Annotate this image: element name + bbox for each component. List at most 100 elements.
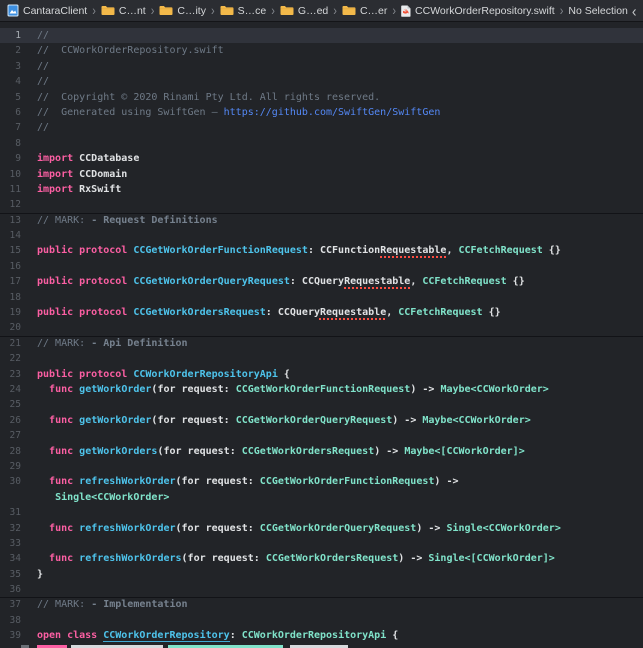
line-number[interactable]: 22 [0,351,30,366]
line-number[interactable]: 11 [0,182,30,197]
breadcrumb-item-folder[interactable]: C…ity [159,5,206,17]
line-number[interactable]: 38 [0,613,30,628]
line-number[interactable]: 19 [0,305,30,320]
code-row[interactable]: 9import CCDatabase [0,151,643,166]
line-number[interactable]: 39 [0,628,30,643]
breadcrumb-item-folder[interactable]: G…ed [280,5,328,17]
line-number[interactable]: 14 [0,228,30,243]
code-row[interactable]: 20 [0,320,643,335]
line-number[interactable] [0,490,30,505]
code-row[interactable]: 37// MARK: - Implementation [0,597,643,612]
line-number[interactable]: 33 [0,536,30,551]
code-row[interactable]: 3// [0,59,643,74]
code-row[interactable]: 27 [0,428,643,443]
code-row[interactable]: 35} [0,567,643,582]
code-row[interactable]: 7// [0,120,643,135]
code-row[interactable]: 24 func getWorkOrder(for request: CCGetW… [0,382,643,397]
line-number[interactable]: 5 [0,90,30,105]
code-editor[interactable]: 1//2// CCWorkOrderRepository.swift3//4//… [0,23,643,648]
code-row[interactable]: 8 [0,136,643,151]
breadcrumb-label: No Selection [568,5,628,17]
line-number[interactable]: 12 [0,197,30,212]
line-number[interactable]: 32 [0,521,30,536]
breadcrumb-item-folder[interactable]: C…nt [101,5,146,17]
line-number[interactable]: 15 [0,243,30,258]
code-row[interactable]: 32 func refreshWorkOrder(for request: CC… [0,521,643,536]
line-number[interactable]: 1 [0,28,30,43]
code-row[interactable]: 33 [0,536,643,551]
code-row[interactable]: 6// Generated using SwiftGen — https://g… [0,105,643,120]
breadcrumb-item-project[interactable]: CantaraClient [7,4,87,17]
line-number[interactable]: 3 [0,59,30,74]
code-row[interactable]: 19public protocol CCGetWorkOrdersRequest… [0,305,643,320]
code-row[interactable]: 25 [0,397,643,412]
line-number[interactable]: 8 [0,136,30,151]
code-row[interactable]: 29 [0,459,643,474]
line-number[interactable]: 10 [0,167,30,182]
breadcrumb-separator-icon: › [91,3,97,18]
collapse-chevron-icon[interactable]: ‹ [632,2,637,18]
code-row[interactable]: 2// CCWorkOrderRepository.swift [0,43,643,58]
line-number[interactable]: 27 [0,428,30,443]
code-row[interactable]: 31 [0,505,643,520]
code-row[interactable]: 10import CCDomain [0,167,643,182]
line-number[interactable]: 34 [0,551,30,566]
code-line-text: func getWorkOrders(for request: CCGetWor… [30,444,525,459]
code-row[interactable]: 22 [0,351,643,366]
code-row[interactable]: 28 func getWorkOrders(for request: CCGet… [0,444,643,459]
line-number[interactable]: 30 [0,474,30,489]
line-number[interactable]: 35 [0,567,30,582]
line-number[interactable]: 31 [0,505,30,520]
code-row-wrapped[interactable]: Single<CCWorkOrder> [0,490,643,505]
line-number[interactable]: 16 [0,259,30,274]
folder-icon [280,5,294,16]
code-row[interactable]: 38 [0,613,643,628]
line-number[interactable]: 21 [0,336,30,351]
code-line-text: public protocol CCGetWorkOrdersRequest: … [30,305,501,320]
code-row[interactable]: 23public protocol CCWorkOrderRepositoryA… [0,367,643,382]
code-row[interactable]: 34 func refreshWorkOrders(for request: C… [0,551,643,566]
breadcrumb-item-folder[interactable]: S…ce [220,5,267,17]
line-number[interactable]: 6 [0,105,30,120]
line-number[interactable]: 26 [0,413,30,428]
line-number[interactable]: 37 [0,597,30,612]
code-row[interactable]: 39open class CCWorkOrderRepository: CCWo… [0,628,643,643]
line-number[interactable]: 25 [0,397,30,412]
code-row[interactable]: 16 [0,259,643,274]
line-number[interactable]: 9 [0,151,30,166]
code-row[interactable]: 30 func refreshWorkOrder(for request: CC… [0,474,643,489]
code-row[interactable]: 11import RxSwift [0,182,643,197]
line-number[interactable]: 36 [0,582,30,597]
code-row[interactable]: 4// [0,74,643,89]
line-number[interactable]: 7 [0,120,30,135]
code-row[interactable]: 5// Copyright © 2020 Rinami Pty Ltd. All… [0,90,643,105]
line-number[interactable]: 2 [0,43,30,58]
breadcrumb-item-folder[interactable]: C…er [342,5,387,17]
code-row[interactable]: 15public protocol CCGetWorkOrderFunction… [0,243,643,258]
line-number[interactable]: 4 [0,74,30,89]
line-number[interactable]: 29 [0,459,30,474]
line-number[interactable]: 18 [0,290,30,305]
line-number[interactable]: 23 [0,367,30,382]
line-number[interactable]: 24 [0,382,30,397]
line-number[interactable]: 20 [0,320,30,335]
code-row[interactable]: 13// MARK: - Request Definitions [0,213,643,228]
code-line-text [30,290,37,305]
line-number[interactable]: 17 [0,274,30,289]
code-row[interactable]: 17public protocol CCGetWorkOrderQueryReq… [0,274,643,289]
line-number[interactable]: 28 [0,444,30,459]
code-row[interactable]: 21// MARK: - Api Definition [0,336,643,351]
code-line-text [30,228,37,243]
breadcrumb-item-no-selection[interactable]: No Selection [568,5,628,17]
code-row[interactable]: 12 [0,197,643,212]
line-number[interactable]: 13 [0,213,30,228]
code-row[interactable]: 18 [0,290,643,305]
breadcrumb-item-file[interactable]: CCWorkOrderRepository.swift [401,5,555,17]
code-line-text [30,613,37,628]
code-line-text: } [30,567,43,582]
code-row[interactable]: 26 func getWorkOrder(for request: CCGetW… [0,413,643,428]
code-row[interactable]: 1// [0,28,643,43]
code-line-text: // [30,59,49,74]
code-row[interactable]: 14 [0,228,643,243]
code-row[interactable]: 36 [0,582,643,597]
